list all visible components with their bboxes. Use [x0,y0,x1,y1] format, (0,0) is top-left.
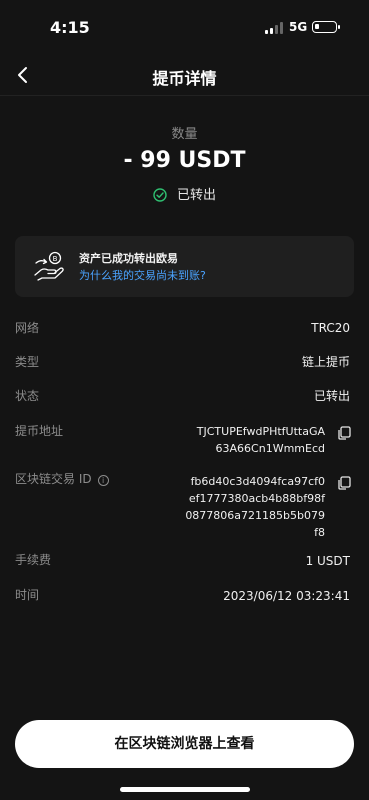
status-summary-text: 已转出 [176,188,216,203]
copy-icon [338,426,351,440]
txid-value: fb6d40c3d4094fca97cf0 ef1777380acb4b88bf… [185,473,325,541]
page-title: 提币详情 [152,69,217,88]
time-value: 2023/06/12 03:23:41 [223,589,350,603]
network-label: 网络 [15,321,40,335]
time-label: 时间 [15,588,40,602]
status-summary: 已转出 [0,184,369,203]
hand-coin-icon: B [33,251,65,281]
txid-line: f8 [314,526,325,539]
status-bar: 4:15 5G [0,0,369,56]
type-label: 类型 [15,355,40,369]
home-indicator [120,787,250,792]
status-value: 已转出 [313,389,350,403]
status-time: 4:15 [50,18,90,37]
txid-label: 区块链交易 ID i [15,470,109,487]
quantity-label: 数量 [171,127,198,142]
address-line: TJCTUPEfwdPHtfUttaGA [196,425,325,438]
battery-icon [312,21,340,33]
why-not-arrived-link[interactable]: 为什么我的交易尚未到账? [79,267,206,283]
txid-label-text: 区块链交易 ID [15,472,92,486]
address-line: 63A66Cn1WmmEcd [215,442,325,455]
txid-line: 0877806a721185b5b079 [185,509,325,522]
fee-label: 手续费 [15,553,52,567]
nav-header: 提币详情 [0,56,369,96]
view-in-explorer-button[interactable]: 在区块链浏览器上查看 [15,720,354,768]
notice-title: 资产已成功转出欧易 [79,252,178,265]
fee-value: 1 USDT [305,554,350,568]
address-label: 提币地址 [15,424,64,438]
svg-text:B: B [53,255,58,263]
status-label: 状态 [15,389,40,403]
copy-icon [338,476,351,490]
txid-line: fb6d40c3d4094fca97cf0 [190,475,325,488]
notice-card: B 资产已成功转出欧易 为什么我的交易尚未到账? [15,236,354,297]
copy-txid-button[interactable] [337,475,351,490]
network-value: TRC20 [311,321,350,335]
signal-icon [265,22,283,34]
network-type: 5G [289,20,308,34]
screen: 4:15 5G 提币详情 数量 - 99 USDT 已转出 B 资产已成功转出欧… [0,0,369,800]
address-value: TJCTUPEfwdPHtfUttaGA 63A66Cn1WmmEcd [197,423,325,457]
withdraw-amount: - 99 USDT [123,148,246,173]
copy-address-button[interactable] [337,425,351,440]
txid-line: ef1777380acb4b88bf98f [188,492,325,505]
type-value: 链上提币 [301,355,350,369]
check-circle-icon [153,188,167,202]
info-icon[interactable]: i [97,475,109,486]
